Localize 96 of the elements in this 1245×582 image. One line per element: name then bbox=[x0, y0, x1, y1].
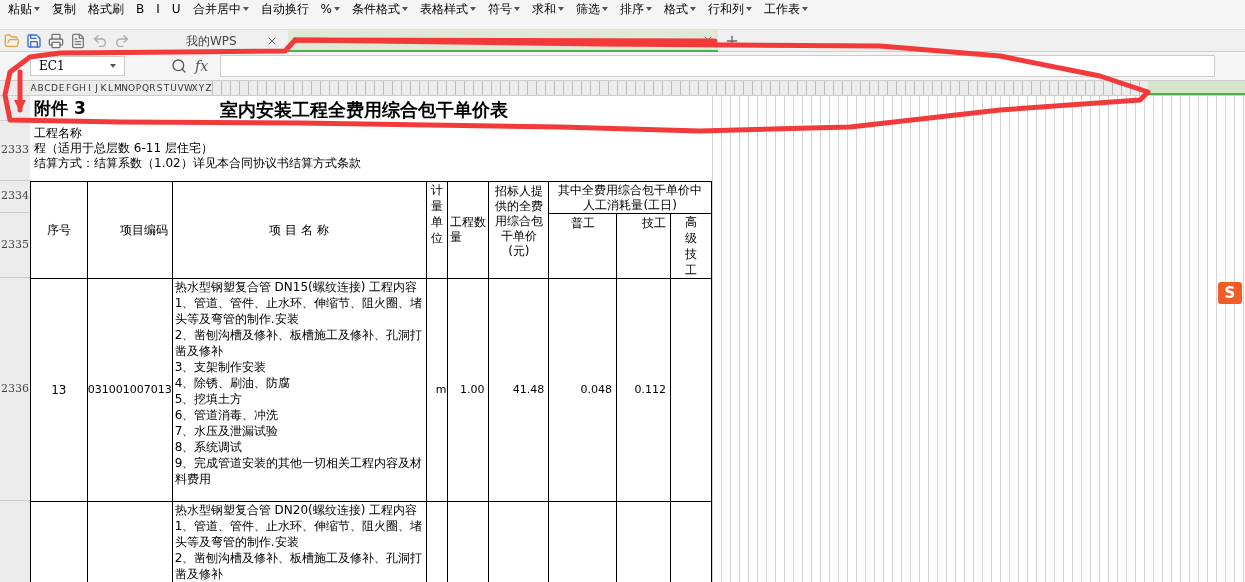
column-header[interactable]: Q bbox=[142, 83, 149, 93]
caret-icon bbox=[746, 7, 752, 11]
settlement-text: 结算方式：结算系数（1.02）详见本合同协议书结算方式条款 bbox=[34, 156, 362, 171]
ribbon-button[interactable]: 表格样式 bbox=[420, 3, 476, 15]
column-header[interactable]: C bbox=[44, 83, 51, 93]
caret-icon bbox=[110, 64, 116, 68]
name-box[interactable]: EC1 bbox=[30, 56, 125, 76]
ribbon-button[interactable]: 条件格式 bbox=[352, 3, 408, 15]
ribbon-button[interactable]: 合并居中 bbox=[192, 3, 249, 15]
table-cell: 热水型钢塑复合管 DN15(螺纹连接) 工程内容 1、管道、管件、止水环、伸缩节、阻火圈、堵头等及弯管的制作.安装 2、凿刨沟槽及修补、板槽施工及修补、孔洞打凿及修补 3、支架制作安装 4、除锈、刷油、防腐 5、挖填土方 6、管道消毒、冲洗 7、水压及泄漏试验 8、系统调试 9、完成管道安装的其他一切相关工程内容及材料费用 bbox=[172, 278, 427, 502]
column-header[interactable]: J bbox=[93, 83, 100, 93]
column-header[interactable]: P bbox=[135, 83, 142, 93]
ribbon-button[interactable]: 格式刷 bbox=[88, 3, 124, 15]
column-header[interactable]: R bbox=[149, 83, 156, 93]
column-header[interactable]: I bbox=[86, 83, 93, 93]
caret-icon bbox=[802, 7, 808, 11]
column-header[interactable]: X bbox=[191, 83, 198, 93]
column-header[interactable]: Z bbox=[205, 83, 212, 93]
ribbon-button[interactable]: U bbox=[171, 3, 181, 15]
table-header: 序号 bbox=[30, 181, 88, 279]
column-header[interactable]: F bbox=[65, 83, 72, 93]
ribbon-button[interactable]: 粘贴 bbox=[8, 3, 40, 15]
ribbon-button[interactable]: 符号 bbox=[488, 3, 520, 15]
row-header[interactable]: 2336 bbox=[0, 278, 30, 501]
column-header[interactable]: A bbox=[30, 83, 37, 93]
caret-icon bbox=[558, 7, 564, 11]
caret-icon bbox=[602, 7, 608, 11]
attachment-label: 附件 3 bbox=[33, 97, 87, 120]
table-header: 工程数量 bbox=[447, 181, 489, 279]
caret-icon bbox=[646, 7, 652, 11]
printer-icon[interactable] bbox=[48, 32, 64, 49]
ribbon-button[interactable]: 自动换行 bbox=[260, 3, 309, 15]
formula-input[interactable] bbox=[220, 55, 1215, 77]
table-header: 项 目 名 称 bbox=[172, 181, 427, 279]
table-header: 计量单位 bbox=[426, 181, 447, 279]
ribbon-button[interactable]: 格式 bbox=[664, 3, 696, 15]
table-header: 技工 bbox=[616, 213, 671, 279]
table-cell: 41.48 bbox=[488, 278, 549, 502]
undo-icon[interactable] bbox=[92, 32, 108, 49]
column-header[interactable]: M bbox=[114, 83, 121, 93]
redo-icon[interactable] bbox=[114, 32, 130, 49]
row-header[interactable]: 2334 bbox=[0, 181, 30, 213]
caret-icon bbox=[690, 7, 696, 11]
project-name-label: 工程名称 bbox=[34, 126, 82, 141]
ribbon-button[interactable]: 求和 bbox=[532, 3, 564, 15]
ribbon-button[interactable]: 工作表 bbox=[764, 3, 808, 15]
table-cell: m bbox=[426, 278, 447, 502]
selected-column-header[interactable] bbox=[1148, 81, 1245, 95]
project-scope-text: 程（适用于总层数 6-11 层住宅） bbox=[34, 141, 214, 156]
caret-icon bbox=[402, 7, 408, 11]
column-header[interactable]: S bbox=[156, 83, 163, 93]
ribbon-button[interactable]: 行和列 bbox=[708, 3, 752, 15]
table-cell: 1.00 bbox=[447, 278, 489, 502]
column-header[interactable]: K bbox=[100, 83, 107, 93]
column-header[interactable]: U bbox=[170, 83, 177, 93]
search-icon[interactable] bbox=[171, 58, 187, 74]
ribbon-button[interactable]: % bbox=[320, 3, 340, 15]
row-header[interactable]: 2335 bbox=[0, 213, 30, 278]
function-button[interactable]: fx bbox=[195, 55, 209, 77]
caret-icon bbox=[334, 7, 340, 11]
table-cell: 热水型钢塑复合管 DN20(螺纹连接) 工程内容 1、管道、管件、止水环、伸缩节、阻火圈、堵头等及弯管的制作.安装 2、凿刨沟槽及修补、板槽施工及修补、孔洞打凿及修补 bbox=[172, 501, 427, 582]
table-header: 项目编码 bbox=[87, 181, 173, 279]
ribbon-button[interactable]: 复制 bbox=[52, 3, 76, 15]
table-header: 高级技工 bbox=[670, 213, 712, 279]
column-header[interactable]: O bbox=[128, 83, 135, 93]
column-header[interactable]: N bbox=[121, 83, 128, 93]
column-header[interactable]: L bbox=[107, 83, 114, 93]
column-header[interactable]: V bbox=[177, 83, 184, 93]
table-cell: 0.048 bbox=[548, 278, 617, 502]
column-header[interactable]: G bbox=[72, 83, 79, 93]
column-header[interactable]: T bbox=[163, 83, 170, 93]
column-header[interactable]: W bbox=[184, 83, 191, 93]
save-icon[interactable] bbox=[26, 32, 42, 49]
sheet-title: 室内安装工程全费用综合包干单价表 bbox=[220, 98, 508, 122]
ribbon-button[interactable]: 排序 bbox=[620, 3, 652, 15]
table-header: 招标人提供的全费用综合包干单价(元) bbox=[488, 181, 549, 279]
table-header: 普工 bbox=[548, 213, 617, 279]
document-tab[interactable]: 我的WPS bbox=[182, 29, 282, 52]
ribbon-button[interactable]: B bbox=[136, 3, 145, 15]
column-header[interactable]: B bbox=[37, 83, 44, 93]
ribbon-button[interactable]: I bbox=[156, 3, 160, 15]
column-header[interactable]: D bbox=[51, 83, 58, 93]
column-header[interactable]: H bbox=[79, 83, 86, 93]
table-cell: 13 bbox=[30, 278, 88, 502]
table-header: 其中全费用综合包干单价中人工消耗量(工日) bbox=[548, 181, 712, 214]
caret-icon bbox=[34, 7, 40, 11]
column-header[interactable]: Y bbox=[198, 83, 205, 93]
caret-icon bbox=[470, 7, 476, 11]
row-header[interactable]: 2333 bbox=[0, 121, 30, 181]
column-header[interactable]: E bbox=[58, 83, 65, 93]
caret-icon bbox=[514, 7, 520, 11]
caret-icon bbox=[242, 7, 249, 11]
ribbon-button[interactable]: 筛选 bbox=[576, 3, 608, 15]
document-icon[interactable] bbox=[70, 32, 86, 49]
table-cell: 031001007013 bbox=[87, 278, 173, 502]
table-cell: 0.112 bbox=[616, 278, 671, 502]
